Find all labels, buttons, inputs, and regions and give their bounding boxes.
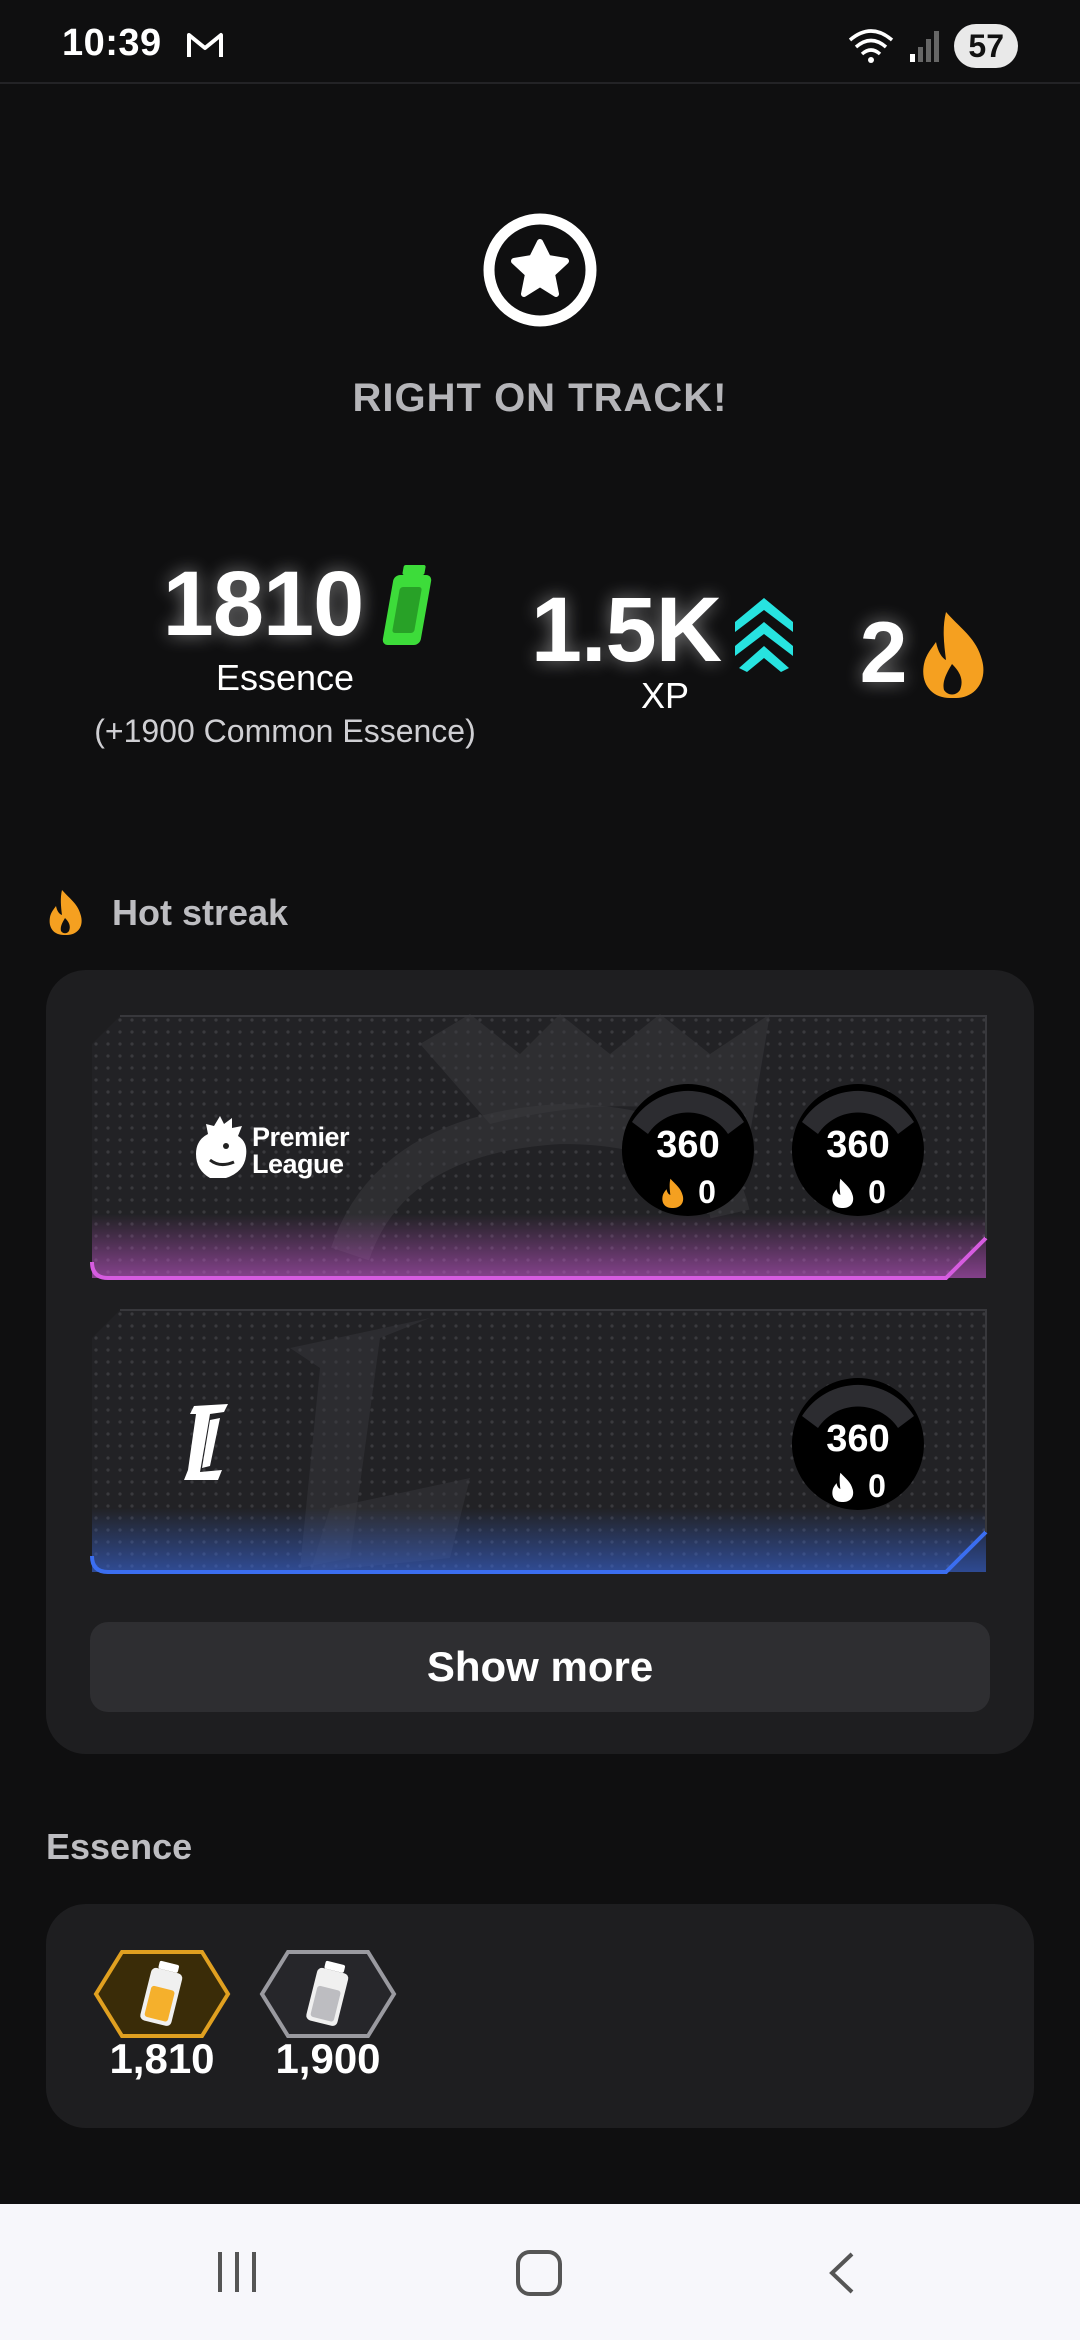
system-navigation-bar xyxy=(0,2204,1080,2340)
badge-count: 0 xyxy=(868,1174,886,1210)
badge-count: 0 xyxy=(868,1468,886,1504)
essence-battery-icon xyxy=(383,564,432,645)
essence-value: 1810 xyxy=(162,553,365,655)
badge-value: 360 xyxy=(826,1124,890,1166)
hero-title: RIGHT ON TRACK! xyxy=(352,376,728,420)
essence-subtext: (+1900 Common Essence) xyxy=(94,713,476,749)
badge-count: 0 xyxy=(698,1174,716,1210)
hot-streak-title: Hot streak xyxy=(112,892,289,933)
silver-essence-icon xyxy=(259,1950,397,2038)
essence-item-silver[interactable]: 1,900 xyxy=(258,1948,398,2083)
premier-league-wordmark: Premier League xyxy=(252,1122,350,1179)
status-time: 10:39 xyxy=(62,22,162,64)
xp-chevrons-icon xyxy=(735,597,794,672)
back-icon[interactable] xyxy=(824,2250,860,2296)
wifi-icon xyxy=(849,29,894,63)
essence-silver-value: 1,900 xyxy=(275,2035,381,2082)
xp-stat: 1.5K XP xyxy=(530,578,800,717)
battery-indicator: 57 xyxy=(954,24,1018,68)
status-icons: 57 xyxy=(848,24,1018,68)
home-icon[interactable] xyxy=(514,2248,564,2298)
gmail-icon xyxy=(187,33,223,57)
streak-badge-3: 360 0 xyxy=(790,1376,926,1512)
signal-icon xyxy=(910,31,940,62)
streak-stat: 2 xyxy=(840,604,1010,703)
star-badge-icon xyxy=(483,213,597,327)
orange-flame-icon xyxy=(662,1178,684,1208)
flame-icon xyxy=(923,611,984,698)
essence-section-title: Essence xyxy=(46,1826,193,1867)
show-more-button[interactable]: Show more xyxy=(90,1622,990,1712)
streak-value: 2 xyxy=(859,605,908,701)
essence-label: Essence xyxy=(215,657,355,698)
hot-streak-flame-icon xyxy=(49,890,82,935)
essence-stat: 1810 Essence (+1900 Common Essence) xyxy=(80,552,490,750)
league-card-premier-league[interactable]: Premier League 360 0 360 0 xyxy=(90,1014,990,1282)
badge-value: 360 xyxy=(656,1124,720,1166)
badge-value: 360 xyxy=(826,1418,890,1460)
status-bar: 10:39 57 xyxy=(0,0,1080,84)
gold-essence-icon xyxy=(93,1950,231,2038)
white-flame-icon xyxy=(832,1178,854,1208)
premier-league-lion-logo xyxy=(196,1116,247,1178)
laliga-logo xyxy=(184,1404,228,1480)
white-flame-icon xyxy=(832,1472,854,1502)
streak-badge-2: 360 0 xyxy=(790,1082,926,1218)
essence-gold-value: 1,810 xyxy=(109,2035,215,2082)
recent-apps-icon[interactable] xyxy=(214,2250,260,2294)
league-card-laliga[interactable]: 360 0 xyxy=(90,1308,990,1576)
xp-value: 1.5K xyxy=(530,579,722,681)
essence-item-gold[interactable]: 1,810 xyxy=(92,1948,232,2083)
streak-badge-1: 360 0 xyxy=(620,1082,756,1218)
